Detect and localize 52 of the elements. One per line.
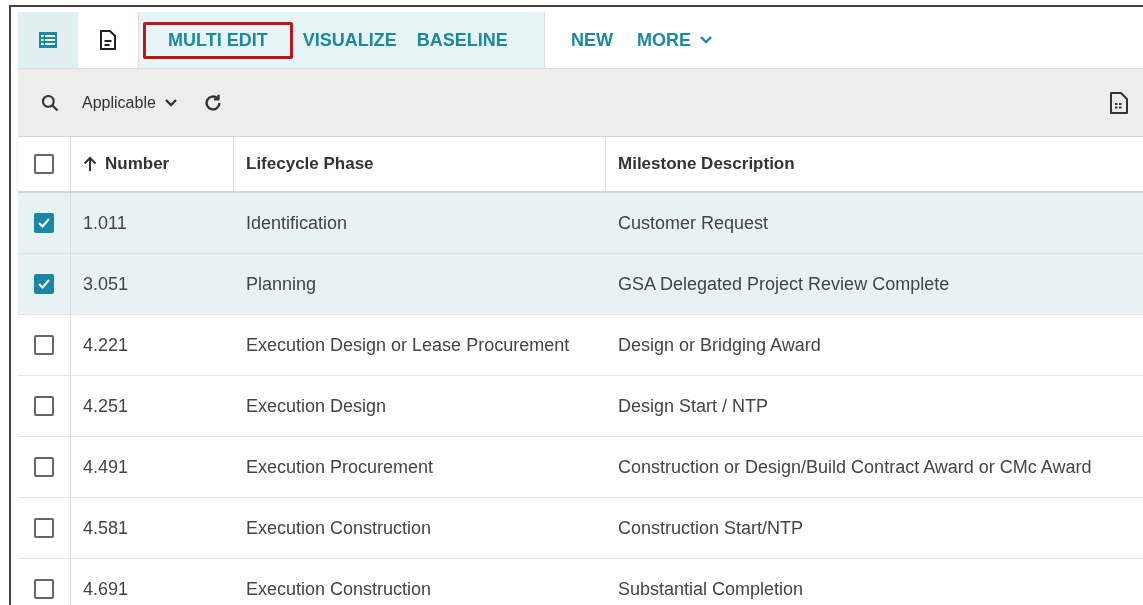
table-cell-text: Execution Construction xyxy=(246,577,432,601)
table-cell-text: 4.691 xyxy=(83,577,129,601)
checkbox[interactable] xyxy=(34,213,54,233)
view-toggle-tab[interactable] xyxy=(18,12,78,68)
table-row[interactable]: 4.491 Execution Procurement Construction or Design/Build Contract Award or CMc Award xyxy=(18,437,1143,498)
table-cell-text: Design or Bridging Award xyxy=(618,333,821,357)
column-header[interactable]: Number xyxy=(71,137,234,191)
checkbox[interactable] xyxy=(34,579,54,599)
checkbox[interactable] xyxy=(34,518,54,538)
table-cell-text: 4.251 xyxy=(83,394,129,418)
checkmark-icon xyxy=(37,217,51,229)
checkbox[interactable] xyxy=(34,335,54,355)
table-cell-text: Execution Design or Lease Procurement xyxy=(246,333,570,357)
table-cell-text: Execution Procurement xyxy=(246,455,434,479)
table-row[interactable]: 3.051 Planning GSA Delegated Project Review Complete xyxy=(18,254,1143,315)
checkbox[interactable] xyxy=(34,396,54,416)
table-cell-text: Construction Start/NTP xyxy=(618,516,804,540)
action-button[interactable]: MULTI EDIT xyxy=(143,21,293,59)
filter-dropdown[interactable]: Applicable xyxy=(82,90,178,115)
action-button[interactable]: VISUALIZE xyxy=(292,21,407,59)
checkbox[interactable] xyxy=(34,274,54,294)
table-cell-text: 4.221 xyxy=(83,333,129,357)
checkbox[interactable] xyxy=(34,457,54,477)
column-header[interactable]: Milestone Description xyxy=(606,137,1143,191)
table-cell-text: 3.051 xyxy=(83,272,129,296)
action-button[interactable]: NEW xyxy=(571,12,613,68)
spreadsheet-file-icon[interactable] xyxy=(1109,90,1129,115)
column-header[interactable]: Lifecycle Phase xyxy=(234,137,606,191)
table-cell-text: 4.581 xyxy=(83,516,129,540)
table-row[interactable]: 4.251 Execution Design Design Start / NTP xyxy=(18,376,1143,437)
checkmark-icon xyxy=(37,278,51,290)
table-cell-text: Design Start / NTP xyxy=(618,394,769,418)
table-cell-text: Customer Request xyxy=(618,211,769,235)
table-cell-text: Construction or Design/Build Contract Award or CMc Award xyxy=(618,455,1092,479)
table-cell-text: Execution Design xyxy=(246,394,387,418)
table-row[interactable]: 1.011 Identification Customer Request xyxy=(18,193,1143,254)
chevron-down-icon xyxy=(163,97,178,108)
action-button[interactable]: MORE xyxy=(637,12,713,68)
search-icon[interactable] xyxy=(40,92,60,113)
table-cell-text: Substantial Completion xyxy=(618,577,804,601)
list-view-icon xyxy=(38,31,58,49)
table-cell-text: Planning xyxy=(246,272,317,296)
table-cell-text: Execution Construction xyxy=(246,516,432,540)
table-cell-text: Identification xyxy=(246,211,348,235)
table-cell-text: GSA Delegated Project Review Complete xyxy=(618,272,950,296)
table-row[interactable]: 4.581 Execution Construction Construction Start/NTP xyxy=(18,498,1143,559)
table-row[interactable]: 4.221 Execution Design or Lease Procurement Design or Bridging Award xyxy=(18,315,1143,376)
table-cell-text: 4.491 xyxy=(83,455,129,479)
checkbox[interactable] xyxy=(34,154,54,174)
action-button[interactable]: BASELINE xyxy=(406,21,518,59)
table-cell-text: 1.011 xyxy=(83,211,127,235)
document-icon xyxy=(99,29,117,51)
